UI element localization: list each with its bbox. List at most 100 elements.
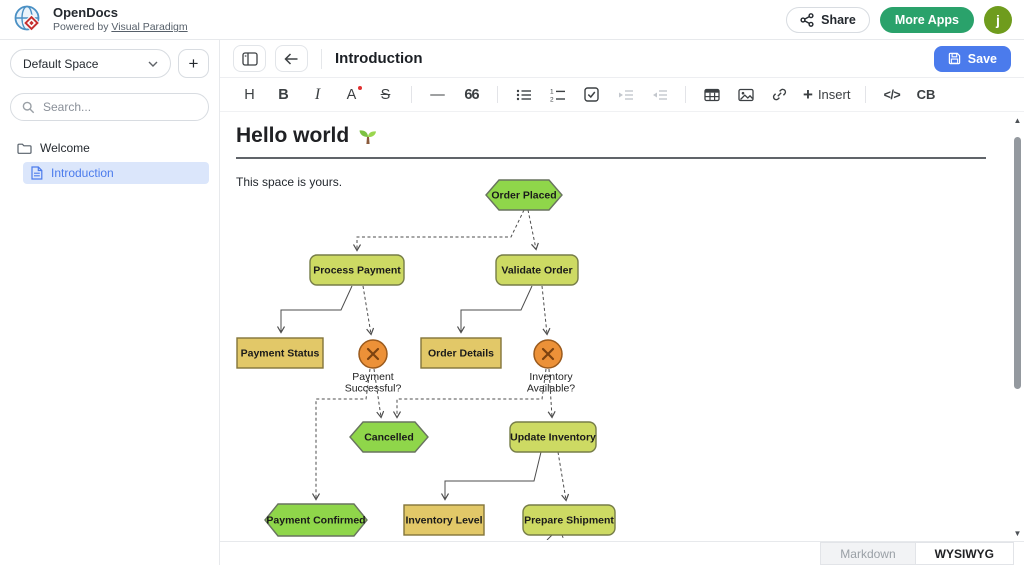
tree-page-introduction[interactable]: Introduction (23, 162, 209, 184)
svg-text:2: 2 (550, 96, 554, 102)
node-payment-status[interactable]: Payment Status (237, 338, 323, 368)
visual-paradigm-link[interactable]: Visual Paradigm (111, 21, 187, 33)
editor-scrollbar[interactable]: ▲ ▼ (1011, 112, 1024, 541)
node-process-payment[interactable]: Process Payment (310, 255, 404, 285)
top-bar: OpenDocs Powered by Visual Paradigm (0, 0, 1024, 40)
share-button[interactable]: Share (786, 7, 870, 33)
tree-folder-welcome[interactable]: Welcome (10, 137, 209, 159)
node-label: Prepare Shipment (524, 515, 614, 527)
panel-toggle-icon (242, 52, 258, 66)
outdent-button[interactable] (646, 82, 673, 107)
toolbar-divider (497, 86, 498, 103)
flow-connector (397, 369, 546, 417)
text-color-button[interactable]: A (338, 82, 365, 107)
node-update-inventory[interactable]: Update Inventory (510, 422, 596, 452)
search-box[interactable] (10, 93, 209, 121)
page-title: Introduction (335, 50, 422, 67)
flow-connector (547, 535, 552, 540)
image-button[interactable] (732, 82, 759, 107)
node-label: Payment Status (241, 348, 320, 360)
outdent-icon (652, 88, 668, 102)
toolbar-divider (411, 86, 412, 103)
editor-canvas[interactable]: Hello world This space is yours. (220, 112, 1024, 541)
back-button[interactable] (275, 45, 308, 72)
main-panel: Introduction Save H B I (220, 40, 1024, 565)
indent-button[interactable] (612, 82, 639, 107)
save-icon (948, 52, 961, 65)
table-icon (704, 88, 720, 102)
app-window: OpenDocs Powered by Visual Paradigm (0, 0, 1024, 565)
code-block-button[interactable]: CB (912, 82, 939, 107)
node-label: Cancelled (364, 432, 414, 444)
link-button[interactable] (766, 82, 793, 107)
topbar-actions: Share More Apps j (786, 6, 1012, 34)
tab-wysiwyg[interactable]: WYSIWYG (915, 542, 1014, 565)
node-inventory-level[interactable]: Inventory Level (404, 505, 484, 535)
gateway-question-label: Available? (527, 383, 575, 395)
flow-connector (357, 210, 524, 250)
flow-connector (562, 535, 564, 540)
add-space-button[interactable]: + (178, 49, 209, 78)
format-toolbar: H B I A S — 66 (220, 78, 1024, 112)
page-tree: Welcome Introduction (10, 137, 209, 184)
strikethrough-button[interactable]: S (372, 82, 399, 107)
bullet-list-icon (516, 88, 532, 102)
node-label: Order Placed (491, 190, 556, 202)
italic-button[interactable]: I (304, 82, 331, 107)
document-icon (30, 166, 43, 180)
more-apps-button[interactable]: More Apps (880, 7, 974, 33)
horizontal-rule-button[interactable]: — (424, 82, 451, 107)
indent-icon (618, 88, 634, 102)
node-inventory-gateway[interactable] (534, 340, 562, 368)
svg-text:1: 1 (550, 88, 554, 95)
flowchart-diagram[interactable]: Order Placed Process Payment Validate Orde… (220, 112, 1014, 540)
bullet-list-button[interactable] (510, 82, 537, 107)
node-order-details[interactable]: Order Details (421, 338, 501, 368)
document-header: Introduction Save (220, 40, 1024, 78)
numbered-list-icon: 1 2 (550, 88, 566, 102)
node-payment-confirmed[interactable]: Payment Confirmed (265, 504, 367, 536)
table-button[interactable] (698, 82, 725, 107)
toggle-sidebar-button[interactable] (233, 45, 266, 72)
flow-connector (542, 286, 547, 334)
node-prepare-shipment[interactable]: Prepare Shipment (523, 505, 615, 535)
node-order-placed[interactable]: Order Placed (486, 180, 562, 210)
gateway-question-label: Successful? (345, 383, 402, 395)
numbered-list-button[interactable]: 1 2 (544, 82, 571, 107)
blockquote-button[interactable]: 66 (458, 82, 485, 107)
link-icon (772, 87, 787, 102)
insert-button[interactable]: + Insert (800, 82, 853, 107)
node-label: Update Inventory (510, 432, 596, 444)
user-avatar[interactable]: j (984, 6, 1012, 34)
task-list-button[interactable] (578, 82, 605, 107)
space-selector[interactable]: Default Space (10, 49, 171, 78)
node-label: Process Payment (313, 265, 401, 277)
scrollbar-thumb[interactable] (1014, 137, 1021, 389)
node-label: Order Details (428, 348, 494, 360)
powered-by-text: Powered by Visual Paradigm (53, 21, 188, 34)
node-cancelled[interactable]: Cancelled (350, 422, 428, 452)
sidebar: Default Space + (0, 40, 220, 565)
flow-connector (363, 286, 371, 334)
chevron-down-icon (148, 61, 158, 67)
scrollbar-up-arrow[interactable]: ▲ (1013, 117, 1022, 125)
node-payment-gateway[interactable] (359, 340, 387, 368)
color-dot (358, 86, 362, 90)
scrollbar-down-arrow[interactable]: ▼ (1013, 530, 1022, 538)
status-bar: Markdown WYSIWYG (220, 541, 1024, 565)
flow-connector (461, 286, 532, 332)
node-validate-order[interactable]: Validate Order (496, 255, 578, 285)
inline-code-button[interactable]: </> (878, 82, 905, 107)
arrow-left-icon (284, 53, 299, 65)
gateway-question-label: Inventory (529, 371, 573, 383)
bold-button[interactable]: B (270, 82, 297, 107)
flow-connector (528, 210, 536, 249)
search-input[interactable] (43, 100, 183, 114)
heading-button[interactable]: H (236, 82, 263, 107)
gateway-question-label: Payment (352, 371, 394, 383)
tab-markdown[interactable]: Markdown (820, 542, 914, 565)
toolbar-divider (685, 86, 686, 103)
folder-icon (17, 142, 32, 155)
save-button[interactable]: Save (934, 46, 1011, 72)
app-title: OpenDocs (53, 5, 188, 21)
